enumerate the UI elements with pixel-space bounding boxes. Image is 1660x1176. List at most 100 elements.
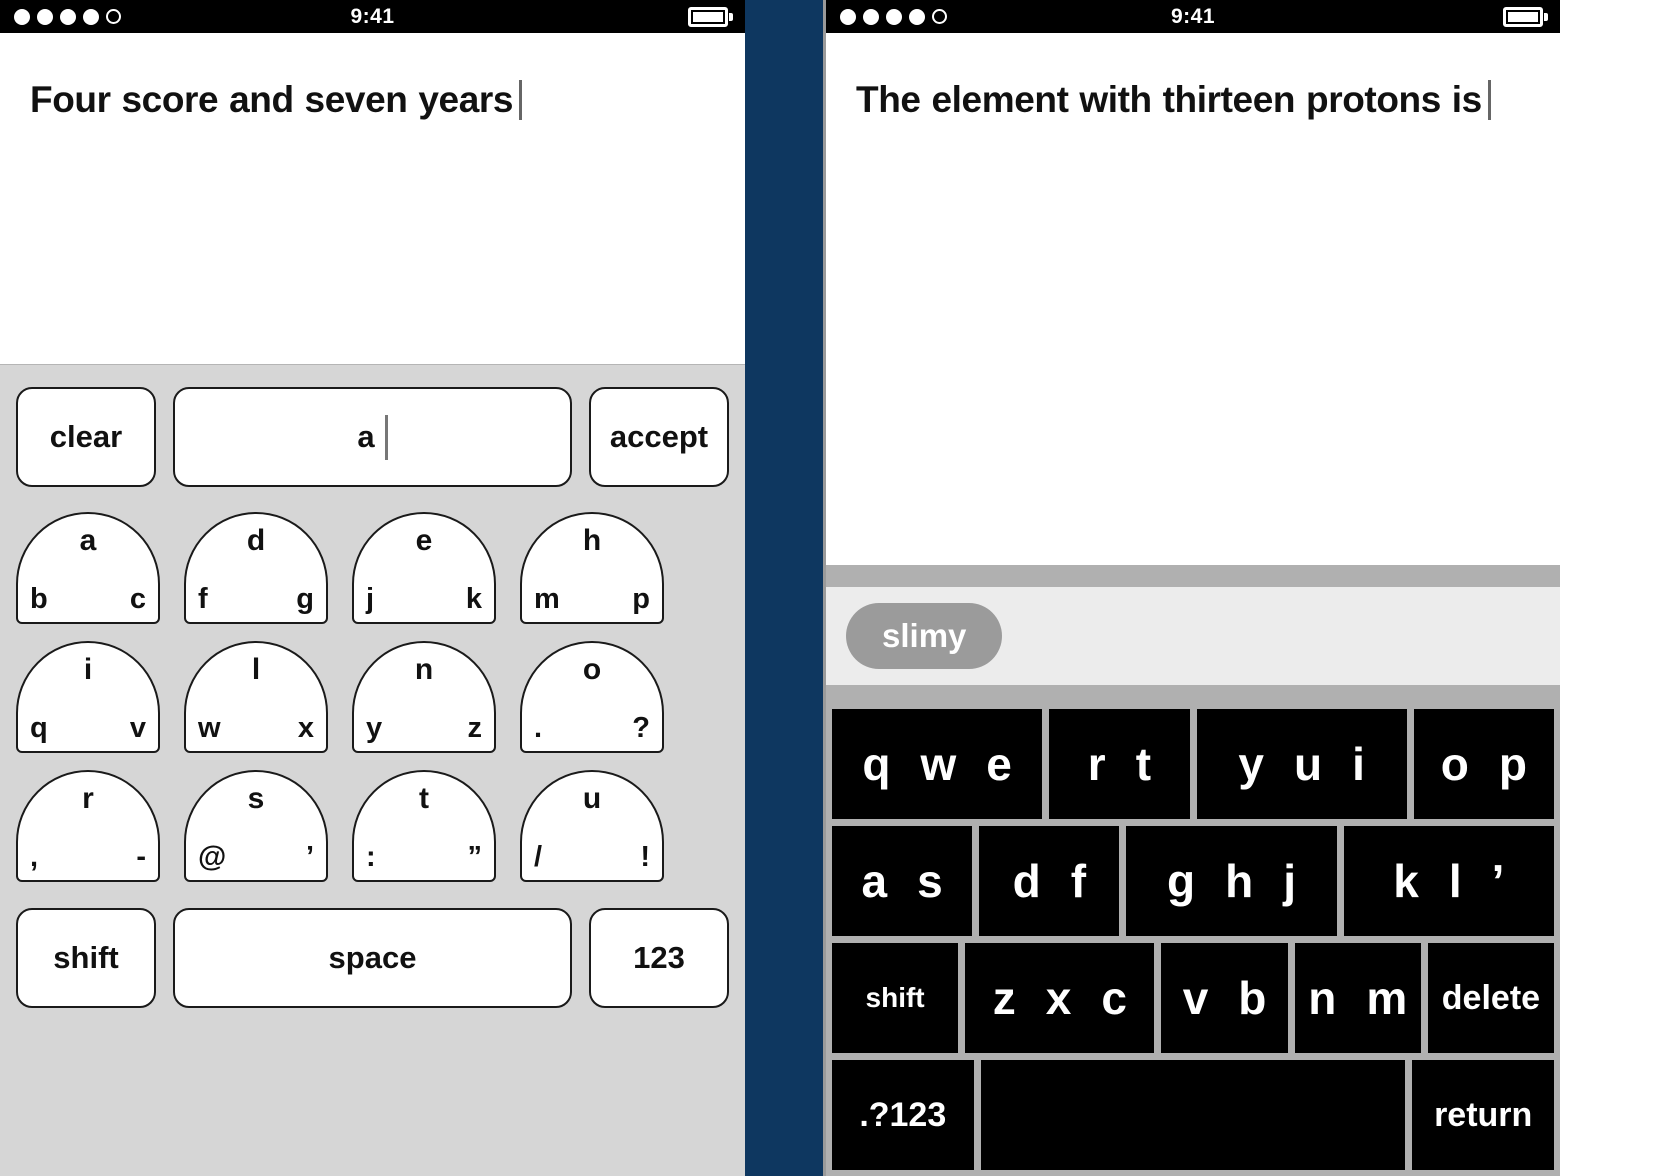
key-group-vb[interactable]: v b bbox=[1161, 943, 1288, 1053]
arch-key-left: w bbox=[198, 712, 221, 744]
key-group-zxc[interactable]: z x c bbox=[965, 943, 1155, 1053]
key-group-rt[interactable]: r t bbox=[1049, 709, 1190, 819]
key-f: f bbox=[1070, 855, 1087, 907]
key-group-ghj[interactable]: g h j bbox=[1126, 826, 1337, 936]
left-keyboard: clear a accept a b c d f g e j k h m p i… bbox=[0, 364, 745, 1176]
suggestion-item-slimy[interactable]: slimy bbox=[846, 603, 1003, 669]
battery-body bbox=[1503, 6, 1543, 27]
arch-key-primary: l bbox=[251, 653, 261, 686]
arch-key-primary: i bbox=[83, 653, 93, 686]
key-z: z bbox=[992, 972, 1016, 1024]
key-b: b bbox=[1238, 972, 1267, 1024]
delete-key[interactable]: delete bbox=[1427, 943, 1555, 1053]
arch-key-h[interactable]: h m p bbox=[520, 512, 664, 624]
key-p: p bbox=[1498, 738, 1527, 790]
arch-key-i[interactable]: i q v bbox=[16, 641, 160, 753]
arch-key-l[interactable]: l w x bbox=[184, 641, 328, 753]
arch-key-right: v bbox=[129, 712, 146, 744]
key-s: s bbox=[917, 855, 943, 907]
key-v: v bbox=[1182, 972, 1209, 1024]
key-g: g bbox=[1167, 855, 1196, 907]
key-x: x bbox=[1045, 972, 1072, 1024]
arch-key-primary: a bbox=[79, 524, 97, 557]
key-group-kl-apostrophe[interactable]: k l ’ bbox=[1343, 826, 1554, 936]
battery-icon bbox=[688, 6, 733, 27]
two-phone-comparison: 9:41 Four score and seven years clear a … bbox=[0, 0, 1660, 1176]
left-keyboard-letter-row-3: r , - s @ ’ t : ” u / ! bbox=[16, 770, 729, 882]
suggestion-list: slimy bbox=[826, 587, 1560, 685]
right-status-bar: 9:41 bbox=[826, 0, 1560, 33]
left-keyboard-top-row: clear a accept bbox=[16, 387, 729, 487]
arch-key-n[interactable]: n y z bbox=[352, 641, 496, 753]
arch-key-a[interactable]: a b c bbox=[16, 512, 160, 624]
clear-button[interactable]: clear bbox=[16, 387, 156, 487]
arch-key-primary: r bbox=[82, 782, 94, 815]
arch-key-primary: s bbox=[247, 782, 265, 815]
key-t: t bbox=[1135, 738, 1152, 790]
composed-word-inner: a bbox=[357, 414, 388, 460]
arch-key-left: , bbox=[30, 841, 39, 873]
key-r: r bbox=[1087, 738, 1106, 790]
shift-key[interactable]: shift bbox=[832, 943, 959, 1053]
key-group-df[interactable]: d f bbox=[979, 826, 1120, 936]
numeric-key[interactable]: 123 bbox=[589, 908, 729, 1008]
left-phone-screen: 9:41 Four score and seven years clear a … bbox=[0, 0, 745, 1176]
key-h: h bbox=[1225, 855, 1254, 907]
composed-word-field[interactable]: a bbox=[173, 387, 572, 487]
suggestion-bar-top-edge bbox=[826, 565, 1560, 587]
text-caret bbox=[519, 80, 523, 120]
right-keyboard-row-1: q w e r t y u i o p bbox=[832, 709, 1554, 819]
key-m: m bbox=[1366, 972, 1408, 1024]
arch-key-s[interactable]: s @ ’ bbox=[184, 770, 328, 882]
arch-key-right: c bbox=[129, 583, 146, 615]
left-text-editor[interactable]: Four score and seven years bbox=[0, 33, 745, 364]
suggestion-bar: slimy bbox=[826, 565, 1560, 709]
arch-key-primary: t bbox=[419, 782, 429, 815]
key-o: o bbox=[1440, 738, 1469, 790]
arch-key-e[interactable]: e j k bbox=[352, 512, 496, 624]
arch-key-d[interactable]: d f g bbox=[184, 512, 328, 624]
left-keyboard-letter-row-2: i q v l w x n y z o . ? bbox=[16, 641, 729, 753]
arch-key-right: g bbox=[296, 583, 314, 615]
key-group-as[interactable]: a s bbox=[832, 826, 973, 936]
arch-key-right: - bbox=[136, 841, 146, 873]
space-key[interactable]: space bbox=[173, 908, 572, 1008]
arch-key-primary: o bbox=[582, 653, 602, 686]
key-group-op[interactable]: o p bbox=[1413, 709, 1554, 819]
arch-key-left: j bbox=[366, 583, 375, 615]
arch-key-left: / bbox=[534, 841, 543, 873]
right-keyboard-row-3: shift z x c v b n m delete bbox=[832, 943, 1555, 1053]
key-group-as-letters: a s bbox=[862, 854, 943, 908]
key-l: l bbox=[1448, 855, 1462, 907]
battery-icon bbox=[1503, 6, 1548, 27]
arch-key-left: y bbox=[366, 712, 383, 744]
arch-key-t[interactable]: t : ” bbox=[352, 770, 496, 882]
key-c: c bbox=[1101, 972, 1127, 1024]
right-keyboard-row-4: .?123 return bbox=[832, 1060, 1554, 1170]
return-key[interactable]: return bbox=[1412, 1060, 1554, 1170]
arch-key-left: : bbox=[366, 841, 376, 873]
arch-key-primary: d bbox=[246, 524, 266, 557]
key-group-nm[interactable]: n m bbox=[1294, 943, 1421, 1053]
accept-button[interactable]: accept bbox=[589, 387, 729, 487]
shift-key[interactable]: shift bbox=[16, 908, 156, 1008]
key-group-qwe-letters: q w e bbox=[862, 737, 1011, 791]
space-key[interactable] bbox=[980, 1060, 1406, 1170]
battery-fill bbox=[693, 11, 723, 22]
right-keyboard: q w e r t y u i o p a s d f g h j k l ’ … bbox=[826, 709, 1560, 1176]
key-group-qwe[interactable]: q w e bbox=[832, 709, 1043, 819]
right-keyboard-row-2: a s d f g h j k l ’ bbox=[832, 826, 1554, 936]
key-group-yui[interactable]: y u i bbox=[1196, 709, 1407, 819]
right-document-text: The element with thirteen protons is bbox=[856, 79, 1482, 120]
numeric-key[interactable]: .?123 bbox=[832, 1060, 974, 1170]
arch-key-left: m bbox=[534, 583, 560, 615]
arch-key-r[interactable]: r , - bbox=[16, 770, 160, 882]
arch-key-right: z bbox=[467, 712, 483, 744]
arch-key-u[interactable]: u / ! bbox=[520, 770, 664, 882]
arch-key-o[interactable]: o . ? bbox=[520, 641, 664, 753]
right-text-editor[interactable]: The element with thirteen protons is bbox=[826, 33, 1560, 565]
key-group-zxc-letters: z x c bbox=[993, 971, 1127, 1025]
left-status-bar: 9:41 bbox=[0, 0, 745, 33]
arch-key-left: b bbox=[30, 583, 48, 615]
arch-key-left: f bbox=[198, 583, 208, 615]
